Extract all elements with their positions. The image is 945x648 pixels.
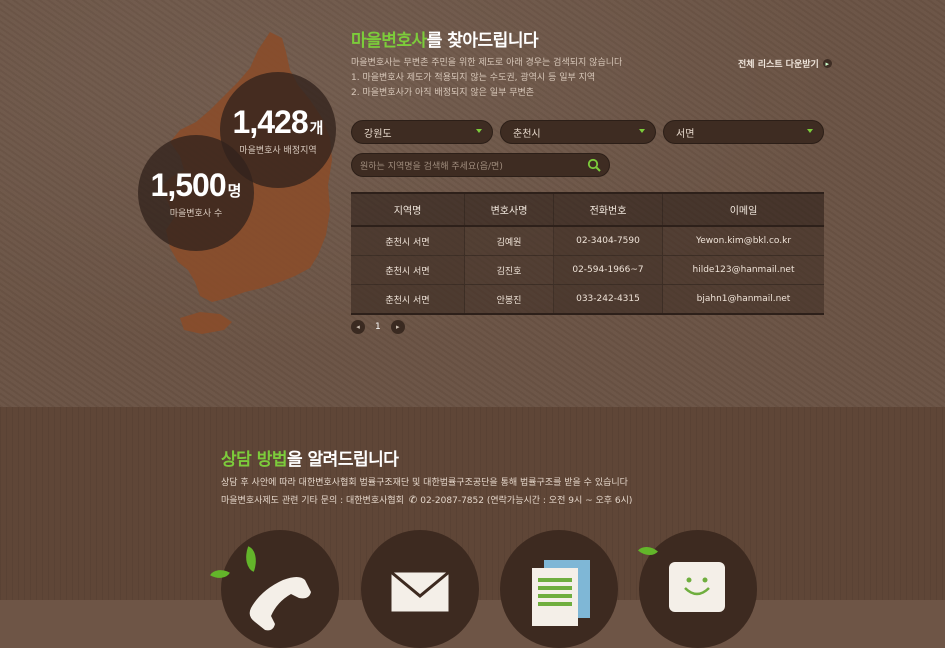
chevron-down-icon xyxy=(476,129,482,133)
city-select[interactable]: 춘천시 xyxy=(500,120,656,144)
locator-title-highlight: 마을변호사 xyxy=(351,31,427,51)
regions-value: 1,428 xyxy=(232,103,309,140)
district-value: 서면 xyxy=(676,128,695,140)
lawyers-stat: 1,500 명 마을변호사 수 xyxy=(138,135,254,251)
table-row: 춘천시 서면 안봉진 033-242-4315 bjahn1@hanmail.n… xyxy=(351,285,824,313)
next-page-button[interactable]: ▸ xyxy=(390,320,405,334)
consult-line-2-suffix: (연락가능시간 : 오전 9시 ~ 오후 6시) xyxy=(486,496,633,506)
regions-label: 마을변호사 배정지역 xyxy=(239,145,317,156)
cell-email[interactable]: Yewon.kim@bkl.co.kr xyxy=(663,227,824,255)
phone-icon: ✆ xyxy=(408,495,418,506)
download-list-label: 전체 리스트 다운받기 xyxy=(738,60,819,70)
smile-chat-icon xyxy=(669,562,725,612)
table-row: 춘천시 서면 김진호 02-594-1966~7 hilde123@hanmai… xyxy=(351,256,824,285)
consult-phone: 02-2087-7852 xyxy=(420,496,484,506)
locator-title-rest: 를 찾아드립니다 xyxy=(426,31,539,51)
mail-method-button[interactable] xyxy=(361,530,479,648)
lawyers-label: 마을변호사 수 xyxy=(169,208,223,219)
district-select[interactable]: 서면 xyxy=(663,120,824,144)
chevron-down-icon xyxy=(639,129,645,133)
cell-region: 춘천시 서면 xyxy=(351,227,465,255)
consult-line-2-prefix: 마을변호사제도 관련 기타 문의 : 대한변호사협회 xyxy=(221,496,404,506)
consult-line-1: 상담 후 사안에 따라 대한변호사협회 법률구조재단 및 대한법률구조공단을 통… xyxy=(221,478,628,488)
chat-method-button[interactable] xyxy=(639,530,757,648)
header-phone: 전화번호 xyxy=(554,194,663,225)
description-line: 1. 마을변호사 제도가 적용되지 않는 수도권, 광역시 등 일부 지역 xyxy=(351,73,596,83)
description-line: 2. 마을변호사가 아직 배정되지 않은 일부 무변촌 xyxy=(351,88,535,98)
cell-phone: 02-594-1966~7 xyxy=(554,256,663,284)
consult-description: 상담 후 사안에 따라 대한변호사협회 법률구조재단 및 대한법률구조공단을 통… xyxy=(221,475,632,510)
locator-title: 마을변호사를 찾아드립니다 xyxy=(351,26,539,51)
search-placeholder: 원하는 지역명을 검색해 주세요(읍/면) xyxy=(360,161,503,172)
document-method-button[interactable] xyxy=(500,530,618,648)
province-select[interactable]: 강원도 xyxy=(351,120,493,144)
cell-lawyer: 안봉진 xyxy=(465,285,554,313)
consult-title-rest: 을 알려드립니다 xyxy=(286,450,399,470)
province-value: 강원도 xyxy=(364,128,392,140)
chevron-right-icon: ▸ xyxy=(822,59,832,68)
regions-unit: 개 xyxy=(309,118,324,137)
document-icon xyxy=(532,560,590,626)
lawyer-table: 지역명 변호사명 전화번호 이메일 춘천시 서면 김예원 02-3404-759… xyxy=(351,192,824,315)
cell-lawyer: 김진호 xyxy=(465,256,554,284)
phone-method-button[interactable] xyxy=(221,530,339,648)
lawyers-value: 1,500 xyxy=(150,166,227,203)
chevron-down-icon xyxy=(807,129,813,133)
cell-email[interactable]: hilde123@hanmail.net xyxy=(663,256,824,284)
search-icon[interactable] xyxy=(587,158,601,172)
header-lawyer: 변호사명 xyxy=(465,194,554,225)
city-value: 춘천시 xyxy=(513,128,541,140)
cell-lawyer: 김예원 xyxy=(465,227,554,255)
prev-page-button[interactable]: ◂ xyxy=(351,320,365,334)
page-number[interactable]: 1 xyxy=(375,322,381,332)
header-region: 지역명 xyxy=(351,194,465,225)
cell-region: 춘천시 서면 xyxy=(351,285,465,313)
cell-region: 춘천시 서면 xyxy=(351,256,465,284)
region-search-input[interactable]: 원하는 지역명을 검색해 주세요(읍/면) xyxy=(351,153,610,177)
consult-title: 상담 방법을 알려드립니다 xyxy=(221,445,399,470)
download-list-link[interactable]: 전체 리스트 다운받기 ▸ xyxy=(738,57,832,70)
cell-phone: 02-3404-7590 xyxy=(554,227,663,255)
table-row: 춘천시 서면 김예원 02-3404-7590 Yewon.kim@bkl.co… xyxy=(351,227,824,256)
cell-phone: 033-242-4315 xyxy=(554,285,663,313)
pagination: ◂ 1 ▸ xyxy=(351,320,405,334)
locator-description: 마을변호사는 무변촌 주민을 위한 제도로 아래 경우는 검색되지 않습니다 1… xyxy=(351,56,622,101)
table-header-row: 지역명 변호사명 전화번호 이메일 xyxy=(351,194,824,227)
description-line: 마을변호사는 무변촌 주민을 위한 제도로 아래 경우는 검색되지 않습니다 xyxy=(351,58,623,68)
consult-title-highlight: 상담 방법 xyxy=(221,450,287,470)
phone-icon xyxy=(249,577,311,631)
mail-icon xyxy=(390,570,450,613)
lawyers-unit: 명 xyxy=(227,181,242,200)
header-email: 이메일 xyxy=(729,206,758,217)
consult-line-2: 마을변호사제도 관련 기타 문의 : 대한변호사협회 ✆ 02-2087-7852… xyxy=(221,492,632,510)
cell-email[interactable]: bjahn1@hanmail.net xyxy=(663,285,824,313)
